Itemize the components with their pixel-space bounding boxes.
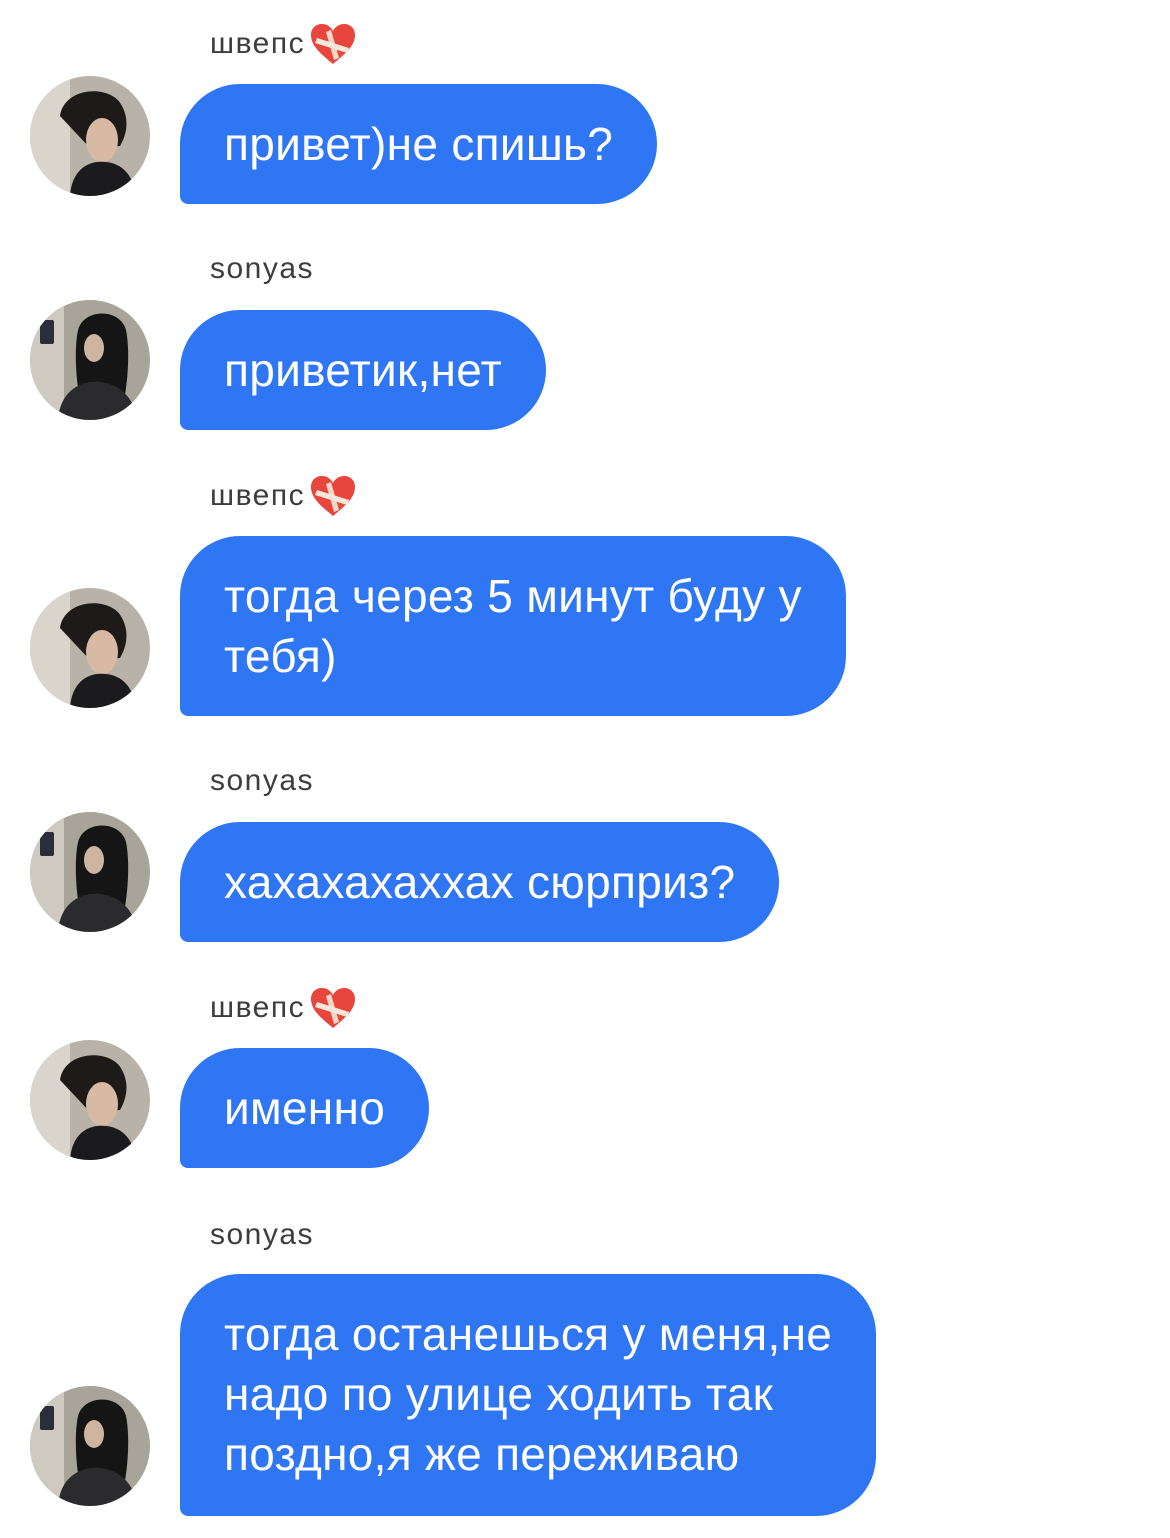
sender-name: sonyas [210,764,314,798]
sender-label: sonyas [210,764,315,797]
girl-avatar[interactable] [30,300,150,420]
sender-name: sonyas [210,252,314,286]
sender-name: швепс [210,474,357,518]
sender-label: sonyas [210,1218,315,1251]
message-bubble[interactable]: привет)не спишь? [180,84,658,204]
message-bubble[interactable]: приветик,нет [180,310,546,430]
sender-label: швепс [210,27,306,60]
girl-avatar[interactable] [30,812,150,932]
sender-name: швепс [210,986,357,1030]
sender-name: sonyas [210,1218,314,1252]
girl-avatar[interactable] [30,1386,150,1506]
message-bubble[interactable]: именно [180,1048,430,1168]
sender-label: швепс [210,479,306,512]
guy-avatar[interactable] [30,588,150,708]
mending-heart-icon [309,474,357,518]
sender-label: sonyas [210,252,315,285]
message-bubble[interactable]: тогда через 5 минут буду у тебя) [180,536,846,716]
mending-heart-icon [309,986,357,1030]
chat-thread: швепс привет)не спишь? sonyas приветик,н… [0,0,1170,1538]
sender-name: швепс [210,22,357,66]
guy-avatar[interactable] [30,76,150,196]
message-bubble[interactable]: тогда останешься у меня,не надо по улице… [180,1274,877,1516]
mending-heart-icon [309,22,357,66]
message-bubble[interactable]: хахахахаххах сюрприз? [180,822,780,942]
sender-label: швепс [210,991,306,1024]
guy-avatar[interactable] [30,1040,150,1160]
